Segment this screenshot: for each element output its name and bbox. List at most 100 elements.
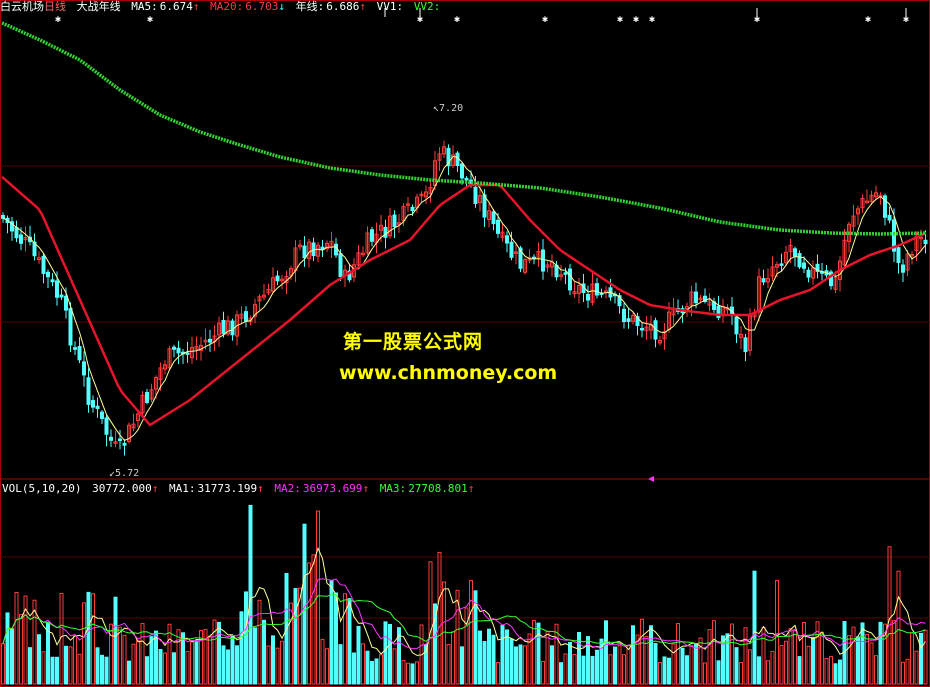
volume-bar [622, 654, 626, 685]
volume-bar [410, 663, 415, 685]
price-candle-body [793, 248, 797, 257]
volume-bar [181, 632, 185, 685]
period-label[interactable]: 日线 [44, 0, 66, 14]
volume-bar [91, 593, 95, 685]
volume-bar [469, 580, 473, 685]
volume-bar [158, 649, 163, 685]
volume-bar [568, 641, 572, 685]
price-candle-body [145, 392, 149, 403]
volume-bar [307, 562, 311, 685]
price-candle-body [563, 272, 568, 275]
price-candle-body [640, 327, 644, 331]
volume-bar [383, 621, 388, 685]
signal-star-icon: ✱ [454, 14, 460, 25]
price-candle-body [50, 279, 55, 283]
price-candle-body [338, 253, 343, 278]
ma20-line [1, 175, 927, 427]
price-candle-body [761, 278, 766, 283]
ma20-value: 6.703 [245, 0, 279, 13]
volume-bar [451, 631, 455, 685]
price-candle-body [473, 186, 478, 205]
volume-bar [919, 632, 923, 685]
price-candle-body [100, 411, 104, 419]
ma20-label: MA20: [210, 0, 244, 13]
volume-bar [860, 622, 865, 685]
price-candle-body [91, 400, 95, 408]
volume-bar [239, 611, 244, 685]
volume-bar [149, 636, 154, 685]
price-candle-body [797, 253, 802, 268]
volume-bar [496, 662, 500, 685]
volume-bar [275, 647, 280, 685]
volume-bar [806, 645, 811, 685]
signal-star-icon: ✱ [617, 14, 623, 25]
volume-bar [221, 645, 226, 685]
volume-bar [694, 643, 698, 685]
price-candle-body [464, 177, 469, 181]
volume-bar [779, 644, 784, 685]
volume-bar [131, 643, 136, 685]
volume-bar [257, 599, 262, 685]
volume-bar [104, 656, 109, 685]
volume-bar [662, 656, 667, 685]
volume-bar [797, 656, 802, 685]
price-candle-body [622, 308, 626, 322]
volume-bar [824, 658, 829, 685]
vv2-label: VV2: [413, 0, 441, 13]
signal-star-icon: ✱ [633, 14, 639, 25]
volume-bar [631, 625, 635, 685]
vol-label[interactable]: VOL(5,10,20) [2, 482, 81, 496]
ma1-value: 31773.199 [197, 482, 258, 495]
volume-bar [478, 630, 482, 685]
price-candle-body [14, 227, 19, 239]
volume-bar [127, 660, 131, 685]
ma20-arrow: ↓ [278, 0, 285, 13]
volume-bar [329, 579, 334, 685]
volume-bar [392, 648, 397, 685]
price-candle-body [896, 247, 901, 263]
formula-name[interactable]: 大战年线 [77, 0, 121, 14]
volume-bar [595, 649, 599, 685]
price-candle-body [46, 271, 50, 278]
volume-indicator-header: VOL(5,10,20) 30772.000↑ MA1: 31773.199↑ M… [2, 482, 478, 496]
volume-bar [671, 643, 676, 685]
volume-bar [208, 635, 212, 685]
volume-bar [838, 659, 842, 685]
volume-bar [271, 635, 275, 685]
low-price-value: 5.72 [115, 468, 140, 479]
cursor-marker-icon [648, 476, 654, 482]
price-candle-body [392, 214, 397, 228]
volume-bar [536, 622, 541, 685]
volume-bar [343, 593, 347, 685]
volume-bar [514, 646, 518, 685]
volume-bar [482, 641, 487, 685]
price-candle-body [95, 405, 100, 409]
volume-bar [361, 643, 365, 685]
volume-bar [878, 621, 883, 685]
volume-bar [505, 629, 509, 685]
volume-bar [613, 646, 617, 685]
volume-bar [415, 661, 419, 685]
volume-bar [352, 652, 356, 685]
price-candle-body [743, 337, 748, 353]
volume-bar [820, 631, 824, 685]
volume-bar [491, 634, 496, 685]
volume-bar [230, 635, 235, 685]
volume-bar [374, 658, 379, 685]
stock-name[interactable]: 白云机场 [0, 0, 44, 14]
volume-bar [370, 660, 374, 685]
year-arrow: ↑ [359, 0, 366, 13]
volume-bar [653, 643, 658, 685]
volume-bar [163, 652, 167, 685]
volume-bar [203, 628, 208, 685]
ma5-arrow: ↑ [192, 0, 200, 13]
volume-bar [793, 630, 797, 685]
volume-bar [113, 596, 118, 685]
price-candle-body [694, 291, 698, 304]
ma2-value: 36973.699 [302, 482, 363, 495]
volume-bar [532, 619, 536, 685]
volume-bar [509, 638, 514, 685]
volume-bar [428, 561, 433, 685]
volume-bar [293, 588, 298, 685]
price-candle-body [334, 243, 338, 256]
